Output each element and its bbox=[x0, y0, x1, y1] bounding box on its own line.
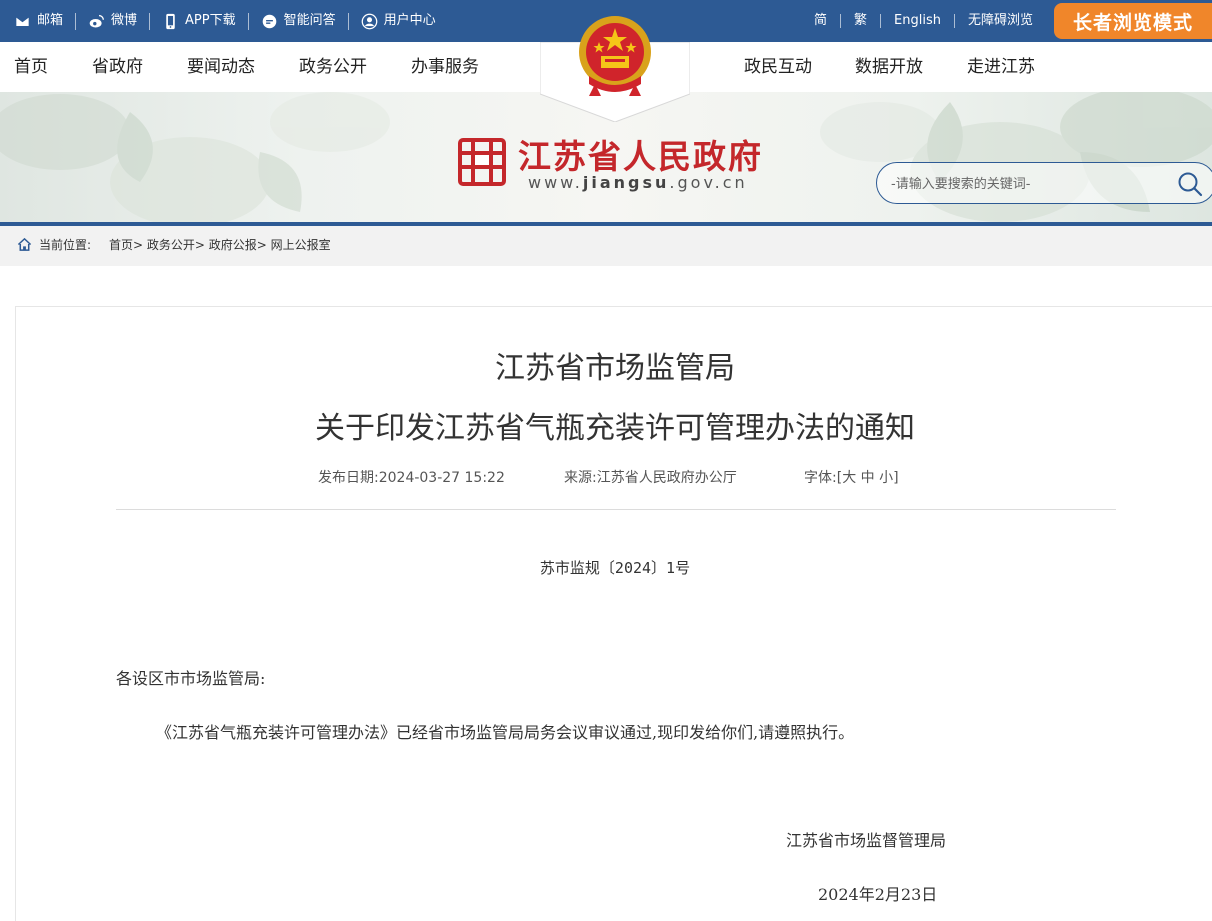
weibo-icon bbox=[89, 14, 104, 27]
home-icon bbox=[17, 237, 32, 251]
english-link[interactable]: English bbox=[881, 14, 955, 28]
user-icon bbox=[361, 13, 377, 29]
accessibility-link[interactable]: 无障碍浏览 bbox=[955, 14, 1046, 28]
search-input[interactable] bbox=[891, 173, 1161, 195]
user-center-label: 用户中心 bbox=[383, 13, 436, 28]
elder-mode-button[interactable]: 长者浏览模式 bbox=[1054, 3, 1212, 39]
domain-suffix: .gov.cn bbox=[669, 173, 748, 192]
nav-interaction[interactable]: 政民互动 bbox=[744, 42, 812, 92]
title-divider bbox=[116, 509, 1116, 510]
nav-home[interactable]: 首页 bbox=[14, 42, 48, 92]
breadcrumb-gazette[interactable]: 政府公报> bbox=[209, 238, 267, 252]
nav-news[interactable]: 要闻动态 bbox=[187, 42, 255, 92]
domain-main: jiangsu bbox=[582, 173, 670, 192]
article-source: 来源:江苏省人民政府办公厅 bbox=[564, 470, 737, 486]
signature-date: 2024年2月23日 bbox=[818, 885, 938, 904]
body-paragraph: 《江苏省气瓶充装许可管理办法》已经省市场监管局局务会议审议通过,现印发给你们,请… bbox=[156, 723, 855, 742]
nav-about-jiangsu[interactable]: 走进江苏 bbox=[967, 42, 1035, 92]
article-card bbox=[15, 306, 1212, 921]
nav-open-data[interactable]: 数据开放 bbox=[855, 42, 923, 92]
mail-label: 邮箱 bbox=[37, 13, 64, 28]
traditional-chinese-link[interactable]: 繁 bbox=[841, 14, 882, 28]
font-small-button[interactable]: 小 bbox=[879, 470, 893, 486]
app-download-label: APP下载 bbox=[185, 13, 236, 28]
nav-gov-affairs[interactable]: 政务公开 bbox=[299, 42, 367, 92]
document-number: 苏市监规〔2024〕1号 bbox=[539, 559, 691, 577]
smart-qa-label: 智能问答 bbox=[283, 13, 336, 28]
font-large-button[interactable]: 大 bbox=[842, 470, 856, 486]
nav-services[interactable]: 办事服务 bbox=[411, 42, 479, 92]
weibo-link[interactable]: 微博 bbox=[76, 12, 151, 30]
jiangsu-logo-icon bbox=[458, 138, 506, 186]
weibo-label: 微博 bbox=[111, 13, 138, 28]
national-emblem-icon bbox=[579, 16, 651, 96]
publish-date: 发布日期:2024-03-27 15:22 bbox=[318, 470, 505, 486]
breadcrumb-home[interactable]: 首页> bbox=[109, 238, 143, 252]
font-size-label: 字体:[ bbox=[804, 470, 843, 486]
search-icon[interactable] bbox=[1177, 171, 1203, 197]
breadcrumb-gov-affairs[interactable]: 政务公开> bbox=[147, 238, 205, 252]
font-size-controls: 字体:[大 中 小] bbox=[804, 467, 899, 487]
app-download-link[interactable]: APP下载 bbox=[150, 12, 249, 30]
search-box bbox=[876, 162, 1212, 204]
font-medium-button[interactable]: 中 bbox=[861, 470, 875, 486]
font-size-close: ] bbox=[893, 470, 899, 486]
domain-prefix: www. bbox=[528, 173, 583, 192]
nav-provincial-gov[interactable]: 省政府 bbox=[92, 42, 143, 92]
site-domain: www.jiangsu.gov.cn bbox=[528, 173, 748, 192]
breadcrumb-online-gazette[interactable]: 网上公报室 bbox=[271, 238, 331, 252]
smart-qa-link[interactable]: 智能问答 bbox=[249, 12, 349, 30]
breadcrumb-label: 当前位置: bbox=[39, 238, 92, 252]
salutation: 各设区市市场监管局: bbox=[116, 669, 266, 688]
simplified-chinese-link[interactable]: 简 bbox=[801, 14, 842, 28]
user-center-link[interactable]: 用户中心 bbox=[349, 13, 448, 30]
language-links: 简 繁 English 无障碍浏览 长者浏览模式 bbox=[801, 0, 1212, 42]
breadcrumb-trail: 首页> 政务公开> 政府公报> 网上公报室 bbox=[109, 226, 331, 264]
mail-link[interactable]: 邮箱 bbox=[14, 12, 77, 30]
article-title-line1: 江苏省市场监管局 bbox=[495, 351, 735, 386]
site-title: 江苏省人民政府 bbox=[518, 137, 763, 176]
breadcrumb: 当前位置: 首页> 政务公开> 政府公报> 网上公报室 bbox=[0, 226, 1212, 266]
utility-links: 邮箱 微博 APP下载 智能问答 用户中心 bbox=[14, 0, 448, 42]
article-title-line2: 关于印发江苏省气瓶充装许可管理办法的通知 bbox=[315, 411, 915, 446]
signature-organization: 江苏省市场监督管理局 bbox=[786, 831, 947, 850]
chat-icon bbox=[262, 14, 276, 28]
mail-icon bbox=[15, 15, 30, 27]
phone-icon bbox=[166, 13, 175, 29]
